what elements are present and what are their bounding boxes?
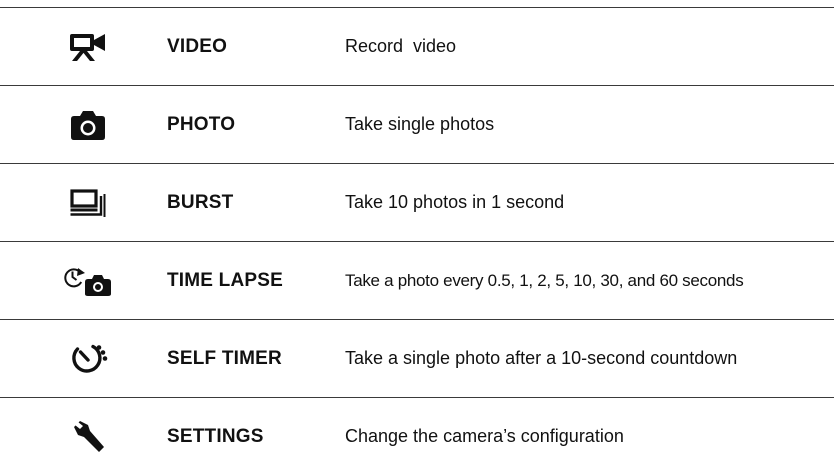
- photo-camera-icon: [60, 86, 116, 163]
- mode-row-settings: SETTINGS Change the camera’s configurati…: [0, 398, 834, 475]
- burst-icon: [60, 164, 116, 241]
- mode-name: TIME LAPSE: [167, 270, 284, 291]
- self-timer-icon: [60, 320, 116, 397]
- mode-description: Take 10 photos in 1 second: [345, 192, 565, 212]
- mode-row-burst: BURST Take 10 photos in 1 second: [0, 164, 834, 242]
- time-lapse-icon: [60, 242, 116, 319]
- mode-description: Record video: [345, 36, 457, 56]
- wrench-icon: [60, 398, 116, 475]
- mode-description: Take a photo every 0.5, 1, 2, 5, 10, 30,…: [345, 271, 744, 290]
- mode-row-self-timer: SELF TIMER Take a single photo after a 1…: [0, 320, 834, 398]
- mode-name: SELF TIMER: [167, 348, 282, 369]
- mode-description: Take single photos: [345, 114, 495, 134]
- mode-name: BURST: [167, 192, 234, 213]
- mode-description: Take a single photo after a 10-second co…: [345, 348, 738, 368]
- mode-description: Change the camera’s configuration: [345, 426, 624, 446]
- mode-row-photo: PHOTO Take single photos: [0, 86, 834, 164]
- camera-modes-table: VIDEO Record video PHOTO Take single pho…: [0, 7, 834, 475]
- mode-row-video: VIDEO Record video: [0, 8, 834, 86]
- mode-name: PHOTO: [167, 114, 236, 135]
- mode-row-time-lapse: TIME LAPSE Take a photo every 0.5, 1, 2,…: [0, 242, 834, 320]
- mode-name: VIDEO: [167, 36, 228, 57]
- video-camera-icon: [60, 8, 116, 85]
- mode-name: SETTINGS: [167, 426, 264, 447]
